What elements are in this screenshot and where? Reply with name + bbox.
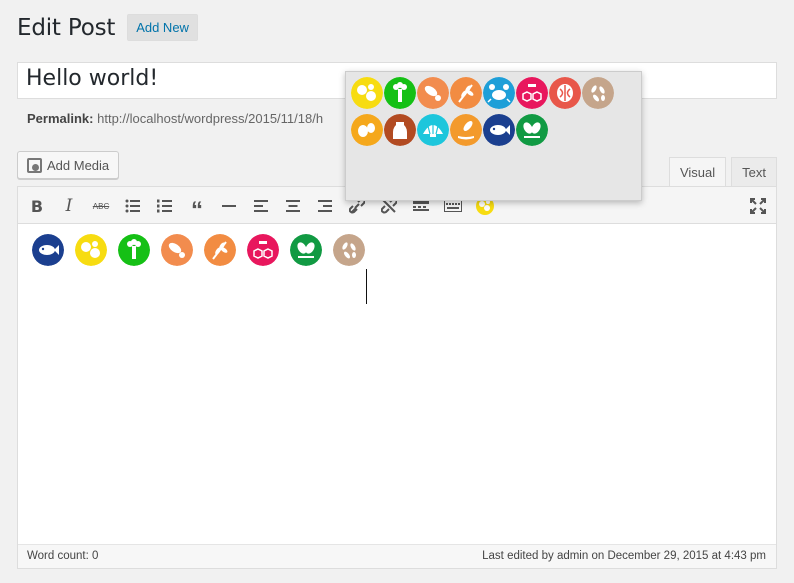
lupin-icon <box>290 234 322 266</box>
permalink-url[interactable]: http://localhost/wordpress/2015/11/18/h <box>97 111 323 126</box>
page-header: Edit Post Add New <box>17 14 198 41</box>
tab-visual[interactable]: Visual <box>668 157 727 186</box>
post-title-text: Hello world! <box>26 66 159 91</box>
mustard-icon <box>75 234 107 266</box>
text-cursor <box>366 269 367 304</box>
last-edited: Last edited by admin on December 29, 201… <box>482 550 766 562</box>
fish-icon <box>32 234 64 266</box>
celery-icon <box>118 234 150 266</box>
gluten-icon <box>204 234 236 266</box>
permalink: Permalink: http://localhost/wordpress/20… <box>27 111 323 126</box>
sesame-icon <box>333 234 365 266</box>
celery-icon[interactable] <box>384 77 416 109</box>
soybeans-icon[interactable] <box>450 114 482 146</box>
fullscreen-icon[interactable] <box>747 195 769 217</box>
bold-icon[interactable]: B <box>26 195 48 217</box>
word-count: Word count: 0 <box>27 550 99 562</box>
sesame-icon[interactable] <box>582 77 614 109</box>
bullet-list-icon[interactable] <box>122 195 144 217</box>
align-right-icon[interactable] <box>314 195 336 217</box>
permalink-label: Permalink: <box>27 111 94 126</box>
sulphites-icon <box>247 234 279 266</box>
gluten-icon[interactable] <box>450 77 482 109</box>
add-new-button[interactable]: Add New <box>127 14 198 41</box>
blockquote-icon[interactable]: “ <box>186 195 208 224</box>
lupin-icon[interactable] <box>516 114 548 146</box>
editor-statusbar: Word count: 0 Last edited by admin on De… <box>18 544 776 568</box>
peanuts-icon <box>161 234 193 266</box>
strikethrough-icon[interactable]: ABC <box>90 195 112 217</box>
add-media-button[interactable]: Add Media <box>17 151 120 179</box>
crustaceans-icon[interactable] <box>483 77 515 109</box>
mustard-icon[interactable] <box>351 77 383 109</box>
page-title: Edit Post <box>17 14 116 41</box>
editor: B I ABC “ Word count: 0 Last edited by a… <box>17 186 777 569</box>
nuts-icon[interactable] <box>549 77 581 109</box>
align-center-icon[interactable] <box>282 195 304 217</box>
align-left-icon[interactable] <box>250 195 272 217</box>
editor-tabs: Visual Text <box>668 157 777 186</box>
milk-icon[interactable] <box>384 114 416 146</box>
editor-content[interactable] <box>18 224 776 546</box>
eggs-icon[interactable] <box>351 114 383 146</box>
add-media-label: Add Media <box>47 157 110 173</box>
numbered-list-icon[interactable] <box>154 195 176 217</box>
peanuts-icon[interactable] <box>417 77 449 109</box>
fish-icon[interactable] <box>483 114 515 146</box>
italic-icon[interactable]: I <box>58 195 80 217</box>
tab-text[interactable]: Text <box>731 157 777 186</box>
molluscs-icon[interactable] <box>417 114 449 146</box>
media-icon <box>26 157 42 173</box>
allergen-picker-popup <box>345 71 642 201</box>
sulphites-icon[interactable] <box>516 77 548 109</box>
horizontal-line-icon[interactable] <box>218 195 240 217</box>
